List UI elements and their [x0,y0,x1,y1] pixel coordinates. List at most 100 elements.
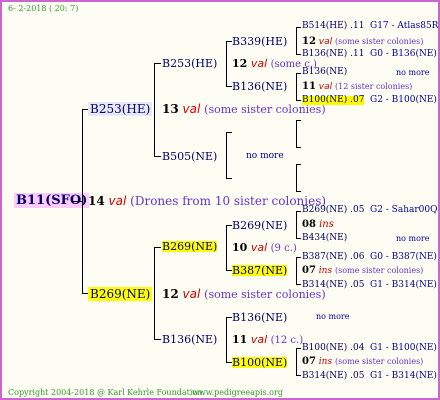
gen1-bottom-val: val [182,287,201,301]
gen4-entry[interactable]: B269(NE) .05 [302,206,364,215]
gen4-n: .07 [350,95,365,105]
gen2-d-queen[interactable]: B136(NE) [162,334,217,345]
gen4-name: B434(NE) [302,233,348,243]
connector [82,109,83,294]
gen3-a2-num: 11 [302,81,316,92]
header-date: 6- 2-2018 ( 20: 7) [8,4,79,13]
gen4-entry[interactable]: B314(NE) .05 [302,372,364,381]
gen4-n: .05 [350,280,365,290]
gen3-d1-queen[interactable]: B136(NE) [232,312,287,323]
gen4-name: B314(NE) [302,371,348,381]
connector [296,191,301,192]
connector [296,27,297,55]
gen4-n: .05 [350,205,365,215]
gen4-name: B100(NE) [302,343,348,353]
gen4-entry[interactable]: B136(NE) .11 [302,50,364,59]
gen4-entry[interactable]: B100(NE) .04 [302,344,364,353]
connector [226,132,232,133]
connector [226,132,227,179]
connector [296,164,297,192]
connector [296,73,297,101]
gen4-code: G2 - B100(NE) [370,95,437,105]
gen3-c1-queen[interactable]: B269(NE) [232,220,287,231]
gen2-a-val: val [250,57,268,70]
gen4-name: B136(NE) [302,67,348,77]
gen2-a-num: 12 [232,57,248,70]
gen4-entry[interactable]: B434(NE) [302,234,347,243]
gen1-bottom-num: 12 [162,287,179,301]
root-note: (Drones from 10 sister colonies) [130,194,327,208]
gen1-top-queen[interactable]: B253(HE) [88,102,153,116]
connector [296,147,301,148]
gen3-a2-stats: 11 val (12 sister colonies) [302,82,412,92]
connector [296,73,301,74]
gen3-c2-note: (some sister colonies) [334,266,424,275]
gen3-a1-num: 12 [302,36,316,47]
gen3-a2-queen[interactable]: B136(NE) [232,81,287,92]
connector [296,211,297,239]
gen4-name: B100(NE) [302,95,348,105]
gen3-c2-queen[interactable]: B387(NE) [232,265,288,276]
connector [296,284,301,285]
gen4-entry[interactable]: B314(NE) .05 [302,281,364,290]
footer-copyright: Copyright 2004-2018 @ Karl Kehrle Founda… [8,388,205,397]
gen4-entry[interactable]: B514(HE) .11 [302,22,364,31]
gen3-c1-stats: 08 ins [302,220,334,230]
gen4-name: B269(NE) [302,205,348,215]
gen3-a2-val: val [318,82,333,92]
gen4-code: G2 - Sahar00Q [370,205,438,215]
gen4-n: .11 [350,21,365,31]
gen3-d2-queen[interactable]: B100(NE) [232,357,288,368]
connector [154,63,161,64]
gen4-n: .04 [350,343,365,353]
gen4-n: .06 [350,252,365,262]
gen3-c2-ins: ins [318,266,333,276]
gen4-n: .11 [350,49,365,59]
footer-site-link[interactable]: www.pedigreeapis.org [192,389,283,397]
gen1-bottom-queen[interactable]: B269(NE) [88,287,153,301]
connector [226,225,227,271]
gen3-a1-queen[interactable]: B339(HE) [232,36,287,47]
connector [226,41,227,87]
gen2-b-nomore: no more [246,151,284,161]
gen4-entry[interactable]: B136(NE) [302,68,347,77]
gen2-c-val: val [250,241,268,254]
gen1-top-num: 13 [162,102,179,116]
gen4-code: G17 - Atlas85R [370,21,439,31]
gen3-c2-num: 07 [302,265,316,276]
gen3-d2-num: 07 [302,356,316,367]
gen4-n: .05 [350,371,365,381]
root-stats: 14 val (Drones from 10 sister colonies) [88,195,326,207]
gen3-d2-stats: 07 ins (some sister colonies) [302,357,423,367]
gen4-nomore: no more [396,68,430,77]
connector [154,339,161,340]
gen2-c-queen[interactable]: B269(NE) [162,241,218,252]
gen4-entry[interactable]: B387(NE) .06 [302,253,364,262]
connector [296,54,301,55]
gen4-name: B136(NE) [302,49,348,59]
gen2-c-stats: 10 val (9 c.) [232,242,297,254]
gen2-d-note: (12 c.) [270,335,304,346]
connector [296,120,297,148]
gen4-name: B514(HE) [302,21,348,31]
connector [296,100,301,101]
connector [296,348,301,349]
pedigree-frame: 6- 2-2018 ( 20: 7) B11(SFO) 14 val (Dron… [0,0,440,400]
gen4-code: G1 - B100(NE) [370,343,437,353]
connector [154,247,161,248]
gen3-d2-ins: ins [318,357,333,367]
connector [296,348,297,376]
connector [296,257,297,285]
root-val: val [108,194,127,208]
gen4-nomore: no more [396,234,430,243]
gen1-top-val: val [182,102,201,116]
gen4-code: G0 - B136(NE) [370,49,437,59]
connector [226,178,232,179]
gen2-b-queen[interactable]: B505(NE) [162,151,217,162]
gen3-d1-nomore: no more [316,312,350,321]
connector [296,164,301,165]
gen4-entry[interactable]: B100(NE) .07 [302,95,365,105]
gen2-a-queen[interactable]: B253(HE) [162,58,217,69]
gen4-code: G0 - B387(NE) [370,252,437,262]
connector [154,247,155,340]
